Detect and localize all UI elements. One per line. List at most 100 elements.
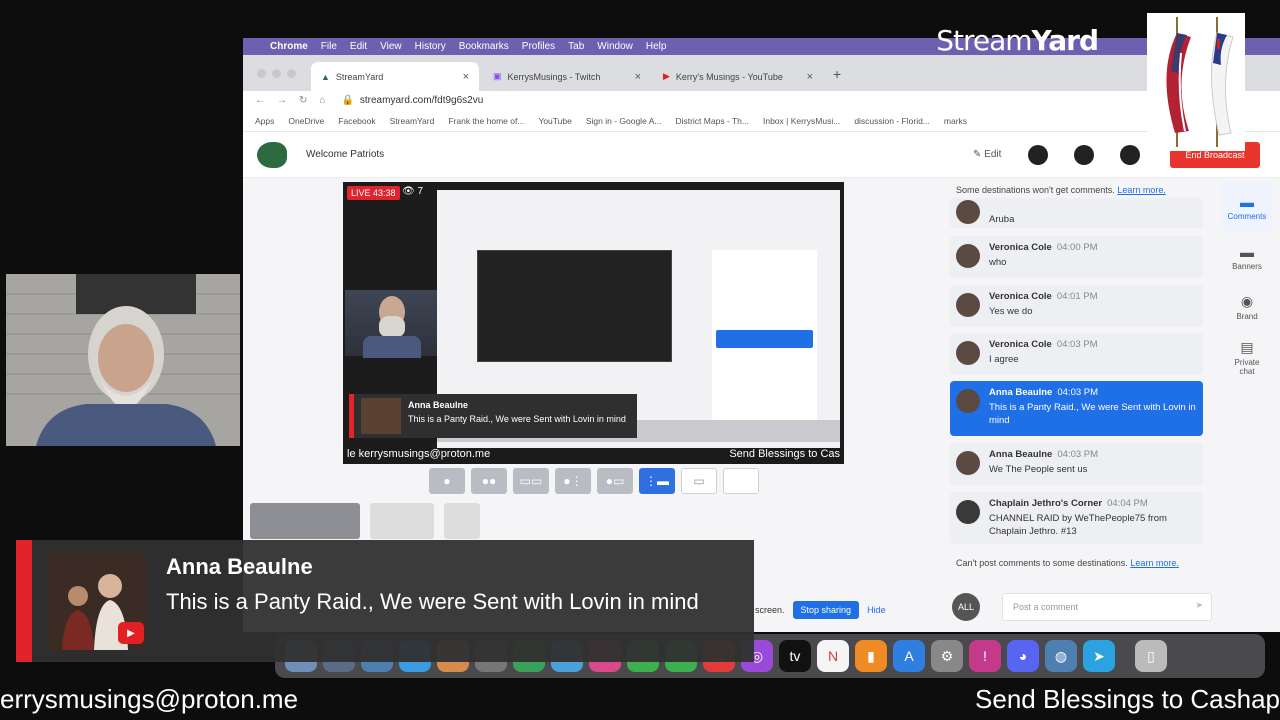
menu-tab[interactable]: Tab — [568, 41, 584, 52]
system-preferences-icon[interactable]: ⚙ — [931, 640, 963, 672]
broadcast-title[interactable]: Welcome Patriots — [306, 149, 384, 160]
rail-label: Comments — [1227, 211, 1267, 221]
ticker-right-text: Send Blessings to Cashap — [975, 684, 1280, 714]
bookmark-youtube[interactable]: YouTube — [538, 116, 571, 126]
menu-history[interactable]: History — [415, 41, 446, 52]
layout-screen-button[interactable]: ▭ — [681, 468, 717, 494]
feedback-icon[interactable]: ! — [969, 640, 1001, 672]
bookmark-district-maps[interactable]: District Maps - Th... — [675, 116, 749, 126]
menu-window[interactable]: Window — [597, 41, 633, 52]
menu-view[interactable]: View — [380, 41, 402, 52]
learn-more-link[interactable]: Learn more. — [1130, 558, 1179, 568]
screen-source-thumbnail[interactable] — [370, 503, 434, 539]
post-comment-input[interactable]: Post a comment ➤ — [1002, 593, 1212, 621]
host-webcam — [6, 274, 240, 446]
screenshare-bar: screen. Stop sharing Hide — [755, 600, 905, 620]
menu-edit[interactable]: Edit — [350, 41, 367, 52]
bookmark-facebook[interactable]: Facebook — [338, 116, 375, 126]
menu-help[interactable]: Help — [646, 41, 667, 52]
bookmark-discussion[interactable]: discussion - Florid... — [854, 116, 930, 126]
destination-avatar[interactable] — [1120, 145, 1140, 165]
destination-avatar[interactable] — [1074, 145, 1094, 165]
author-name: Veronica Cole — [989, 242, 1052, 253]
window-controls[interactable] — [257, 69, 296, 78]
bookmark-google[interactable]: Sign in - Google A... — [586, 116, 662, 126]
reload-icon[interactable]: ↻ — [299, 95, 307, 106]
menu-app-name[interactable]: Chrome — [270, 41, 308, 52]
chat-notice-bottom: Can't post comments to some destinations… — [956, 556, 1206, 571]
layout-leader-button[interactable]: ▭▭ — [513, 468, 549, 494]
tab-label: Kerry's Musings - YouTube — [675, 71, 783, 82]
comment-avatar — [361, 398, 401, 434]
message-time: 04:04 PM — [1107, 498, 1148, 509]
layout-side-button[interactable]: ●⋮ — [555, 468, 591, 494]
url-field[interactable]: streamyard.com/fdt9g6s2vu — [360, 95, 483, 106]
bookmark-frank[interactable]: Frank the home of... — [448, 116, 524, 126]
chat-panel: Some destinations won't get comments. Le… — [950, 182, 1215, 622]
send-icon[interactable]: ➤ — [1195, 600, 1203, 611]
commenter-photo: ▶ — [48, 552, 146, 650]
rail-banners[interactable]: ▬ Banners — [1222, 232, 1272, 282]
bookmark-apps[interactable]: Apps — [255, 116, 274, 126]
screen-source-thumbnail[interactable] — [444, 503, 480, 539]
rail-private-chat[interactable]: ▤ Private chat — [1222, 332, 1272, 382]
menu-profiles[interactable]: Profiles — [522, 41, 555, 52]
rail-comments[interactable]: ▬ Comments — [1222, 182, 1272, 232]
screen-capture-icon[interactable]: ◍ — [1045, 640, 1077, 672]
nested-stage — [477, 250, 672, 362]
streamyard-favicon-icon: ▲ — [321, 71, 330, 82]
layout-pip-button[interactable]: ●▭ — [597, 468, 633, 494]
layout-group-button[interactable]: ●● — [471, 468, 507, 494]
learn-more-link[interactable]: Learn more. — [1117, 185, 1166, 195]
trash-icon[interactable]: ▯ — [1135, 640, 1167, 672]
menu-file[interactable]: File — [321, 41, 337, 52]
tab-streamyard[interactable]: ▲ StreamYard × — [311, 62, 479, 91]
brand-text-b: Yard — [1031, 24, 1099, 57]
close-tab-icon[interactable]: × — [463, 71, 469, 83]
bookmark-other[interactable]: marks — [944, 116, 967, 126]
layout-screen-side-button[interactable]: ⋮▬ — [639, 468, 675, 494]
chat-message-highlighted[interactable]: Anna Beaulne 04:03 PM This is a Panty Rai… — [950, 381, 1203, 436]
layout-solo-button[interactable]: ● — [429, 468, 465, 494]
layout-blank-button[interactable] — [723, 468, 759, 494]
app-store-icon[interactable]: A — [893, 640, 925, 672]
brand-text-a: Stream — [936, 24, 1032, 57]
audience-selector[interactable]: ALL — [952, 593, 980, 621]
destination-avatar[interactable] — [1028, 145, 1048, 165]
stage-ticker: le kerrysmusings@proton.me Send Blessing… — [343, 448, 844, 464]
notice-bottom-text: Can't post comments to some destinations… — [956, 558, 1128, 568]
banners-icon: ▬ — [1240, 243, 1254, 260]
telegram-icon[interactable]: ➤ — [1083, 640, 1115, 672]
camera-source-thumbnail[interactable] — [250, 503, 360, 539]
menu-bookmarks[interactable]: Bookmarks — [459, 41, 509, 52]
books-icon[interactable]: ▮ — [855, 640, 887, 672]
forward-icon[interactable]: → — [277, 95, 287, 106]
rail-brand[interactable]: ◉ Brand — [1222, 282, 1272, 332]
person-icon: ● — [443, 474, 451, 488]
chat-message: Veronica Cole 04:01 PM Yes we do — [950, 285, 1203, 327]
news-icon[interactable]: N — [817, 640, 849, 672]
home-icon[interactable]: ⌂ — [319, 95, 325, 106]
message-text: This is a Panty Raid., We were Sent with… — [989, 402, 1196, 426]
chat-message[interactable]: Chaplain Jethro's Corner 04:04 PM CHANNEL… — [950, 492, 1203, 544]
live-badge: LIVE 43:38 — [347, 186, 400, 200]
new-tab-icon[interactable]: + — [833, 66, 841, 82]
tab-youtube[interactable]: ▶ Kerry's Musings - YouTube × — [653, 62, 823, 91]
tab-twitch[interactable]: ▣ KerrysMusings - Twitch × — [483, 62, 651, 91]
close-tab-icon[interactable]: × — [807, 71, 813, 83]
avatar — [956, 451, 980, 475]
bookmark-onedrive[interactable]: OneDrive — [288, 116, 324, 126]
close-tab-icon[interactable]: × — [635, 71, 641, 83]
apple-tv-icon[interactable]: tv — [779, 640, 811, 672]
chat-message[interactable]: Anna Beaulne 04:03 PM We The People sent … — [950, 443, 1203, 485]
stop-sharing-button[interactable]: Stop sharing — [792, 601, 860, 619]
back-icon[interactable]: ← — [255, 95, 265, 106]
bookmark-streamyard[interactable]: StreamYard — [390, 116, 435, 126]
twitch-icon: ▣ — [493, 71, 502, 81]
right-rail: ▬ Comments ▬ Banners ◉ Brand ▤ Private chat — [1222, 182, 1272, 382]
avatar — [956, 389, 980, 413]
discord-icon[interactable]: ◕ — [1007, 640, 1039, 672]
hide-button[interactable]: Hide — [867, 605, 886, 615]
edit-button[interactable]: ✎ Edit — [973, 149, 1001, 160]
bookmark-inbox[interactable]: Inbox | KerrysMusi... — [763, 116, 840, 126]
